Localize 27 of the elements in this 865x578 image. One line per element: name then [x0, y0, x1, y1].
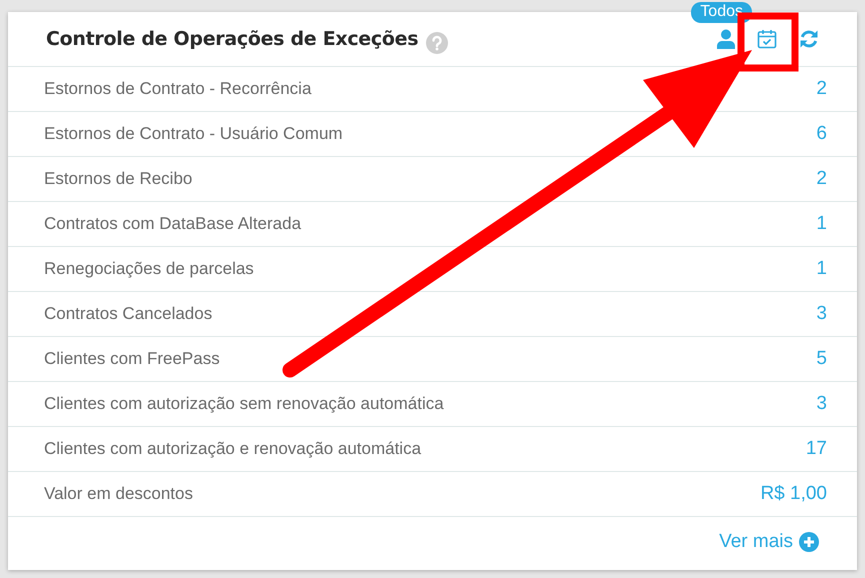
row-label: Renegociações de parcelas: [44, 259, 254, 279]
card-title: Controle de Operações de Exceções: [46, 28, 418, 50]
row-value: 2: [816, 78, 827, 100]
user-icon[interactable]: [717, 29, 735, 49]
row-value: 3: [816, 303, 827, 325]
row-label: Contratos com DataBase Alterada: [44, 214, 302, 234]
row-label: Clientes com autorização e renovação automática: [44, 439, 422, 459]
row-value: 5: [816, 348, 827, 370]
row-value: 2: [816, 168, 827, 190]
row-value: 1: [816, 213, 827, 235]
row-label: Contratos Cancelados: [44, 304, 212, 324]
refresh-icon[interactable]: [799, 29, 819, 49]
row-label: Valor em descontos: [44, 484, 193, 504]
row-label: Estornos de Contrato - Usuário Comum: [44, 124, 343, 144]
row-value: 17: [806, 438, 827, 460]
row-label: Estornos de Recibo: [44, 169, 192, 189]
calendar-icon[interactable]: [757, 29, 777, 49]
plus-icon: [799, 532, 819, 552]
row-value: 3: [816, 393, 827, 415]
row-label: Clientes com autorização sem renovação automática: [44, 394, 444, 414]
row-label: Estornos de Contrato - Recorrência: [44, 79, 312, 99]
row-value: 1: [816, 258, 827, 280]
row-value: 6: [816, 123, 827, 145]
help-icon[interactable]: [426, 32, 448, 54]
see-more-link[interactable]: Ver mais: [719, 531, 819, 553]
row-label: Clientes com FreePass: [44, 349, 220, 369]
row-value: R$ 1,00: [760, 483, 827, 505]
